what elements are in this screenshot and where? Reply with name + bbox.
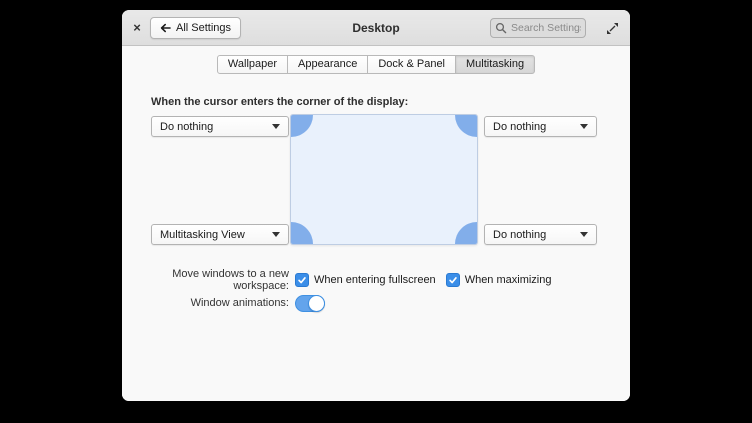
tab-wallpaper[interactable]: Wallpaper [216, 55, 289, 74]
search-field[interactable] [490, 18, 586, 38]
back-arrow-icon [160, 23, 171, 33]
maximizing-checkbox-group: When maximizing [445, 273, 552, 287]
corner-bottom-left-icon [291, 222, 313, 244]
fullscreen-checkbox-group: When entering fullscreen [295, 273, 436, 287]
fullscreen-checkbox-label[interactable]: When entering fullscreen [314, 274, 436, 286]
corner-top-right-icon [455, 115, 477, 137]
toggle-knob [308, 294, 325, 312]
hot-corner-top-left-dropdown[interactable]: Do nothing [151, 116, 289, 137]
tab-bar: Wallpaper Appearance Dock & Panel Multit… [122, 55, 630, 74]
search-icon [495, 22, 507, 34]
workspace-label: Move windows to a new workspace: [172, 268, 289, 292]
display-preview [290, 114, 478, 245]
hot-corners-section-label: When the cursor enters the corner of the… [151, 96, 409, 108]
animations-label: Window animations: [190, 297, 289, 309]
tab-dock-panel[interactable]: Dock & Panel [367, 55, 457, 74]
animations-toggle[interactable] [295, 294, 325, 312]
corner-bottom-right-icon [455, 222, 477, 244]
close-icon[interactable]: × [127, 17, 147, 39]
fullscreen-checkbox[interactable] [295, 273, 309, 287]
maximizing-checkbox-label[interactable]: When maximizing [465, 274, 552, 286]
header-bar: × All Settings Desktop [122, 10, 630, 46]
checkmark-icon [298, 277, 306, 284]
hot-corner-bottom-left-dropdown[interactable]: Multitasking View [151, 224, 289, 245]
multitasking-pane: Wallpaper Appearance Dock & Panel Multit… [122, 46, 630, 401]
all-settings-button[interactable]: All Settings [150, 17, 242, 39]
settings-window: × All Settings Desktop Search Settings W… [122, 10, 630, 401]
chevron-down-icon [580, 232, 588, 237]
hot-corner-bottom-right-value: Do nothing [493, 228, 547, 241]
animations-row: Window animations: [151, 294, 325, 312]
chevron-down-icon [272, 232, 280, 237]
hot-corner-bottom-right-dropdown[interactable]: Do nothing [484, 224, 597, 245]
hot-corner-bottom-left-value: Multitasking View [160, 228, 245, 241]
tab-appearance[interactable]: Appearance [287, 55, 369, 74]
chevron-down-icon [580, 124, 588, 129]
chevron-down-icon [272, 124, 280, 129]
workspace-row: Move windows to a new workspace: When en… [151, 268, 562, 292]
tab-multitasking[interactable]: Multitasking [455, 55, 536, 74]
checkmark-icon [448, 277, 457, 284]
maximizing-checkbox[interactable] [445, 273, 460, 287]
hot-corner-top-right-dropdown[interactable]: Do nothing [484, 116, 597, 137]
all-settings-label: All Settings [176, 22, 232, 34]
corner-top-left-icon [291, 115, 313, 137]
expand-icon[interactable] [604, 21, 620, 35]
hot-corner-top-right-value: Do nothing [493, 120, 547, 133]
hot-corner-top-left-value: Do nothing [160, 120, 214, 133]
